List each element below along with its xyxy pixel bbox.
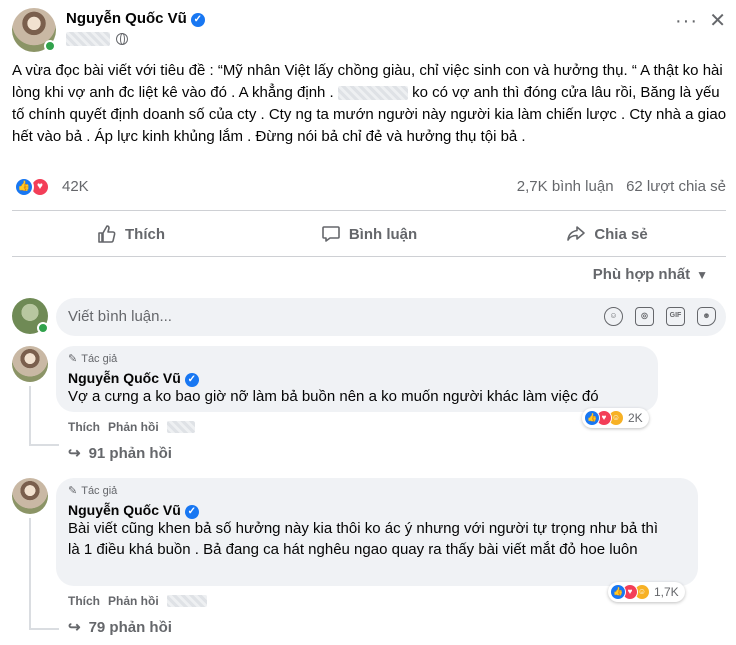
verified-badge-icon: ✓	[184, 505, 199, 519]
comment-input[interactable]: Viết bình luận...	[68, 308, 172, 325]
comment-reaction-count: 1,7K	[654, 585, 679, 599]
comment-author-label[interactable]: Nguyễn Quốc Vũ	[68, 502, 181, 518]
like-reaction-icon: 👍	[14, 177, 34, 197]
author-tag: ✎ Tác giả	[68, 484, 118, 498]
gif-icon[interactable]: GIF	[666, 307, 685, 326]
more-options-icon[interactable]: ···	[675, 10, 698, 33]
reply-arrow-icon: ↪	[68, 445, 81, 462]
share-arrow-icon	[567, 226, 586, 241]
comment-button-label: Bình luận	[348, 225, 418, 243]
post-body: A vừa đọc bài viết với tiêu đề : “Mỹ nhâ…	[12, 60, 727, 148]
like-reaction-icon: 👍	[610, 584, 626, 600]
thread-line	[29, 444, 59, 446]
comment-author-label[interactable]: Nguyễn Quốc Vũ	[68, 370, 181, 386]
camera-icon[interactable]: ◎	[635, 307, 654, 326]
comment-reply-button[interactable]: Phản hồi	[108, 594, 159, 608]
redacted-timestamp	[166, 595, 207, 607]
comment-button[interactable]: Bình luận	[250, 212, 488, 256]
composer-icons: ☺ ◎ GIF ☻	[604, 307, 716, 326]
author-tag: ✎ Tác giả	[68, 352, 118, 366]
verified-badge-icon: ✓	[190, 13, 205, 27]
redacted-timestamp	[166, 421, 195, 433]
comment-avatar[interactable]	[12, 346, 48, 382]
comment-count[interactable]: 2,7K bình luận	[517, 178, 614, 195]
pencil-icon: ✎	[68, 485, 78, 497]
comment-like-button[interactable]: Thích	[68, 420, 100, 434]
post-author-label[interactable]: Nguyễn Quốc Vũ	[66, 10, 187, 27]
share-count[interactable]: 62 lượt chia sẻ	[626, 178, 726, 195]
like-button[interactable]: Thích	[12, 212, 250, 256]
comment-author[interactable]: Nguyễn Quốc Vũ ✓	[68, 370, 199, 387]
comment-reactions[interactable]: 👍 ♥ ☺ 2K	[582, 408, 649, 428]
reaction-icons[interactable]: 👍 ♥	[14, 177, 54, 197]
post-meta	[66, 32, 128, 46]
redacted-timestamp	[66, 32, 110, 46]
sticker-icon[interactable]: ☻	[697, 307, 716, 326]
caret-down-icon: ▼	[696, 268, 708, 282]
share-button[interactable]: Chia sẻ	[488, 212, 726, 256]
redacted-text	[337, 86, 408, 101]
online-status-icon	[44, 40, 56, 52]
post-stats: 2,7K bình luận 62 lượt chia sẻ	[517, 178, 726, 195]
like-reaction-icon: 👍	[584, 410, 600, 426]
post-author-name[interactable]: Nguyễn Quốc Vũ ✓	[66, 10, 205, 27]
divider-bottom	[12, 256, 726, 257]
globe-icon[interactable]	[116, 33, 128, 45]
post-header: Nguyễn Quốc Vũ ✓ ··· ✕	[12, 8, 726, 54]
comment-bubble: ✎ Tác giả Nguyễn Quốc Vũ ✓ Vợ a cưng a ko…	[56, 346, 658, 412]
thumb-up-icon	[98, 225, 116, 243]
view-replies-button[interactable]: ↪ 79 phản hồi	[68, 618, 172, 637]
comment-text: Bài viết cũng khen bả số hưởng này kia t…	[68, 520, 659, 558]
replies-count: 91 phản hồi	[88, 444, 172, 462]
comment-reply-button[interactable]: Phản hồi	[108, 420, 159, 434]
thread-line	[29, 518, 31, 628]
comment-bubble: ✎ Tác giả Nguyễn Quốc Vũ ✓ Bài viết cũng …	[56, 478, 698, 586]
comment-reactions[interactable]: 👍 ♥ ☺ 1,7K	[608, 582, 685, 602]
close-icon[interactable]: ✕	[709, 8, 726, 33]
like-button-label: Thích	[125, 225, 165, 243]
pencil-icon: ✎	[68, 353, 78, 365]
replies-count: 79 phản hồi	[88, 618, 172, 636]
comment-author[interactable]: Nguyễn Quốc Vũ ✓	[68, 502, 199, 519]
share-button-label: Chia sẻ	[594, 225, 648, 243]
reply-arrow-icon: ↪	[68, 619, 81, 636]
divider-top	[12, 210, 726, 211]
comment-actions: Thích Phản hồi	[68, 594, 207, 608]
reactions-bar: 👍 ♥ 42K 2,7K bình luận 62 lượt chia sẻ	[12, 176, 726, 198]
post-actions: Thích Bình luận Chia sẻ	[12, 212, 726, 256]
comment-avatar[interactable]	[12, 478, 48, 514]
comment-actions: Thích Phản hồi	[68, 420, 195, 434]
thread-line	[29, 628, 59, 630]
comment-text: Vợ a cưng a ko bao giờ nỡ làm bả buồn nê…	[68, 388, 599, 405]
speech-bubble-icon	[322, 226, 340, 242]
verified-badge-icon: ✓	[184, 373, 199, 387]
reaction-count[interactable]: 42K	[62, 178, 89, 195]
comment-reaction-count: 2K	[628, 411, 643, 425]
thread-line	[29, 386, 31, 446]
sort-label: Phù hợp nhất	[592, 266, 691, 283]
online-status-icon	[37, 322, 49, 334]
comment-like-button[interactable]: Thích	[68, 594, 100, 608]
comment-composer[interactable]: Viết bình luận... ☺ ◎ GIF ☻	[56, 298, 726, 336]
view-replies-button[interactable]: ↪ 91 phản hồi	[68, 444, 172, 463]
author-tag-label: Tác giả	[81, 484, 118, 497]
emoji-icon[interactable]: ☺	[604, 307, 623, 326]
author-tag-label: Tác giả	[81, 352, 118, 365]
sort-dropdown[interactable]: Phù hợp nhất ▼	[593, 266, 708, 283]
